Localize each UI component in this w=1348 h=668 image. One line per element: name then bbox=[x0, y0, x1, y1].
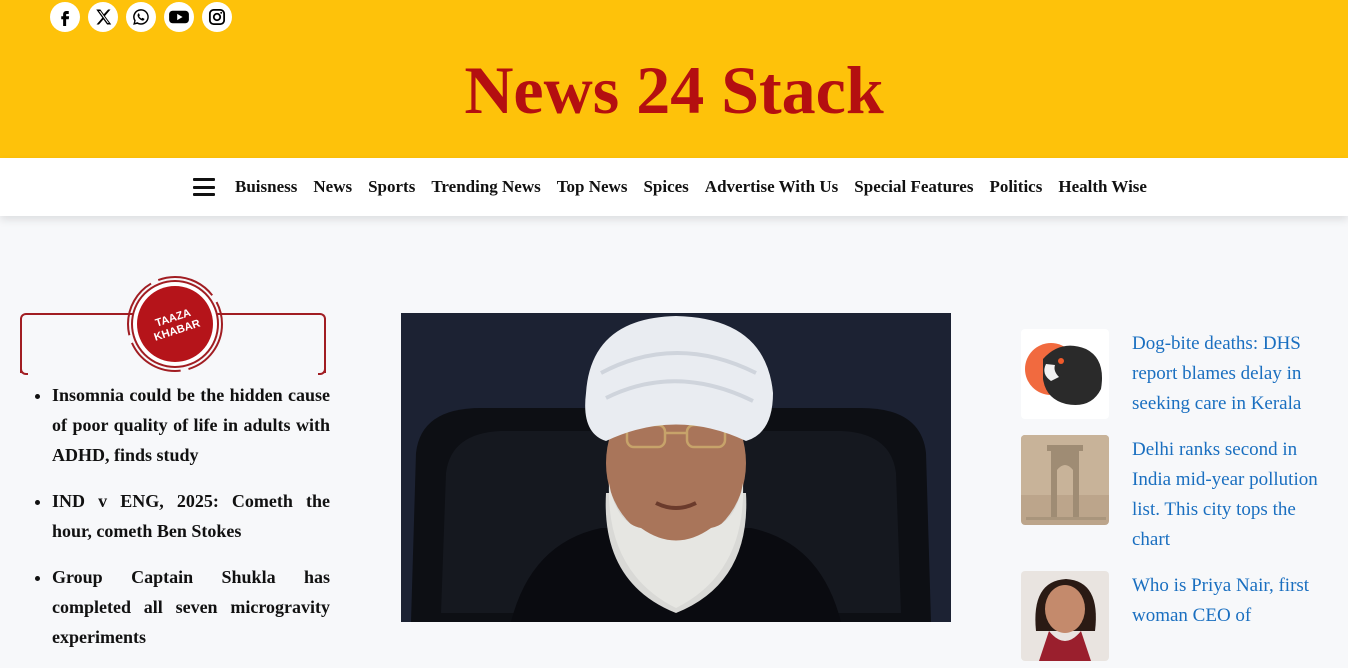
instagram-link[interactable] bbox=[202, 2, 232, 32]
side-news-title[interactable]: Who is Priya Nair, first woman CEO of bbox=[1132, 571, 1332, 631]
whatsapp-link[interactable] bbox=[126, 2, 156, 32]
youtube-icon bbox=[169, 10, 189, 24]
list-item[interactable]: IND v ENG, 2025: Cometh the hour, cometh… bbox=[52, 486, 330, 546]
whatsapp-icon bbox=[133, 9, 149, 25]
nav-item-politics[interactable]: Politics bbox=[989, 177, 1042, 197]
main-nav: Buisness News Sports Trending News Top N… bbox=[0, 158, 1348, 216]
nav-item-news[interactable]: News bbox=[313, 177, 352, 197]
site-title[interactable]: News 24 Stack bbox=[0, 46, 1348, 134]
taaza-khabar-list: Insomnia could be the hidden cause of po… bbox=[20, 380, 330, 668]
facebook-icon bbox=[61, 11, 70, 26]
site-header: News 24 Stack bbox=[0, 0, 1348, 158]
nav-item-buisness[interactable]: Buisness bbox=[235, 177, 297, 197]
social-links bbox=[50, 2, 232, 32]
nav-item-sports[interactable]: Sports bbox=[368, 177, 415, 197]
dog-image[interactable] bbox=[1021, 329, 1109, 419]
x-link[interactable] bbox=[88, 2, 118, 32]
hamburger-menu-icon[interactable] bbox=[193, 178, 215, 196]
taaza-khabar-badge: TAAZA KHABAR bbox=[127, 276, 223, 372]
youtube-link[interactable] bbox=[164, 2, 194, 32]
nav-item-special-features[interactable]: Special Features bbox=[854, 177, 973, 197]
nav-item-health-wise[interactable]: Health Wise bbox=[1058, 177, 1147, 197]
nav-item-spices[interactable]: Spices bbox=[643, 177, 688, 197]
list-item[interactable]: Insomnia could be the hidden cause of po… bbox=[52, 380, 330, 470]
instagram-icon bbox=[208, 8, 226, 26]
portrait-image bbox=[401, 313, 951, 622]
list-item[interactable]: Group Captain Shukla has completed all s… bbox=[52, 562, 330, 652]
india-gate-smog-image[interactable] bbox=[1021, 435, 1109, 525]
side-news-title[interactable]: Delhi ranks second in India mid-year pol… bbox=[1132, 435, 1332, 555]
nav-item-advertise[interactable]: Advertise With Us bbox=[705, 177, 839, 197]
facebook-link[interactable] bbox=[50, 2, 80, 32]
featured-image[interactable] bbox=[401, 313, 951, 622]
woman-portrait-image[interactable] bbox=[1021, 571, 1109, 661]
nav-item-top-news[interactable]: Top News bbox=[557, 177, 628, 197]
x-icon bbox=[96, 9, 112, 25]
side-news-title[interactable]: Dog-bite deaths: DHS report blames delay… bbox=[1132, 329, 1332, 419]
nav-item-trending-news[interactable]: Trending News bbox=[431, 177, 540, 197]
